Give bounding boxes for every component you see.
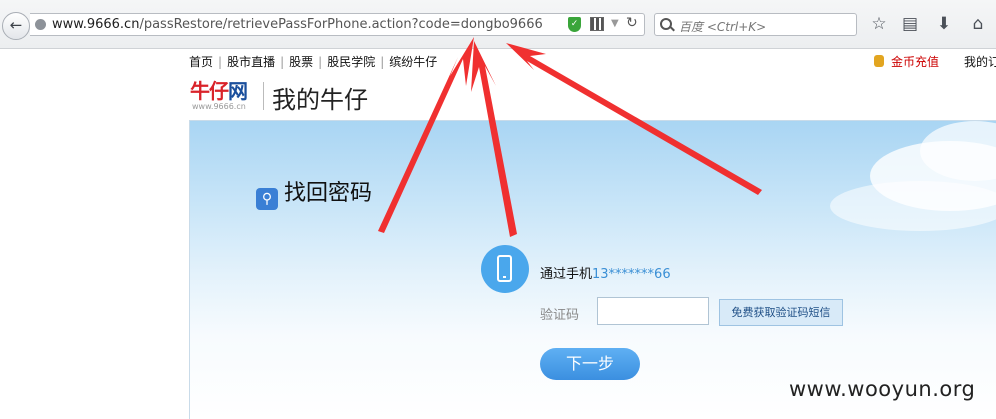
download-icon[interactable]: ⬇ <box>932 12 956 36</box>
logo-text-a: 牛仔 <box>190 79 229 103</box>
gold-recharge-link[interactable]: 金币充值 <box>874 53 939 70</box>
site-top-nav: 首页 | 股市直播 | 股票 | 股民学院 | 缤纷牛仔 <box>189 53 437 70</box>
nav-item-stocks[interactable]: 股票 <box>289 55 313 69</box>
nav-separator: | <box>318 55 323 69</box>
logo-text-b: 网 <box>228 79 248 103</box>
search-input[interactable]: 百度 <Ctrl+K> <box>654 13 857 36</box>
back-arrow-icon[interactable]: ← <box>2 12 30 40</box>
verification-code-input[interactable] <box>597 297 709 325</box>
search-icon <box>660 18 672 30</box>
shield-icon[interactable]: ✓ <box>568 17 581 32</box>
coin-icon <box>874 55 884 67</box>
home-icon[interactable]: ⌂ <box>966 12 990 36</box>
star-icon[interactable]: ☆ <box>867 12 891 36</box>
cloud-decoration <box>830 181 996 231</box>
section-title-text: 找回密码 <box>284 181 373 206</box>
search-placeholder: 百度 <Ctrl+K> <box>679 20 767 34</box>
reload-icon[interactable]: ↻ <box>626 15 638 31</box>
qr-code-icon[interactable] <box>590 17 604 31</box>
my-orders-link[interactable]: 我的订 <box>964 53 996 70</box>
get-sms-code-button[interactable]: 免费获取验证码短信 <box>719 299 843 326</box>
via-phone-text: 通过手机13*******66 <box>540 263 671 282</box>
next-step-button[interactable]: 下一步 <box>540 348 640 380</box>
dropdown-icon[interactable]: ▼ <box>611 18 619 29</box>
url-text[interactable]: www.9666.cn/passRestore/retrievePassForP… <box>52 17 543 32</box>
nav-separator: | <box>218 55 223 69</box>
via-phone-label: 通过手机 <box>540 267 593 282</box>
url-host: www.9666.cn <box>52 17 140 32</box>
key-icon: ⚲ <box>256 188 278 210</box>
site-logo[interactable]: 牛仔网 www.9666.cn <box>190 80 258 111</box>
globe-icon <box>35 19 46 30</box>
nav-separator: | <box>280 55 285 69</box>
phone-icon <box>481 245 529 293</box>
gold-recharge-label: 金币充值 <box>891 55 940 69</box>
page-title: 我的牛仔 <box>272 86 368 114</box>
section-title: ⚲ 找回密码 <box>256 175 372 210</box>
nav-item-home[interactable]: 首页 <box>189 55 213 69</box>
address-bar[interactable]: www.9666.cn/passRestore/retrievePassForP… <box>30 13 645 36</box>
phone-shape <box>497 255 512 282</box>
divider <box>263 82 264 110</box>
masked-phone-number: 13*******66 <box>592 267 671 282</box>
browser-toolbar: ← www.9666.cn/passRestore/retrievePassFo… <box>0 0 996 49</box>
nav-item-live[interactable]: 股市直播 <box>227 55 275 69</box>
nav-item-colorful[interactable]: 缤纷牛仔 <box>389 55 437 69</box>
watermark: www.wooyun.org <box>789 377 976 401</box>
logo-wordmark: 牛仔网 <box>190 80 258 102</box>
logo-subtext: www.9666.cn <box>192 102 246 111</box>
nav-separator: | <box>380 55 385 69</box>
reading-list-icon[interactable]: ▤ <box>898 12 922 36</box>
url-path: /passRestore/retrievePassForPhone.action… <box>139 17 543 32</box>
verification-code-label: 验证码 <box>540 308 580 323</box>
password-recovery-panel: ⚲ 找回密码 通过手机13*******66 验证码 免费获取验证码短信 下一步 <box>189 120 996 419</box>
nav-item-academy[interactable]: 股民学院 <box>327 55 375 69</box>
